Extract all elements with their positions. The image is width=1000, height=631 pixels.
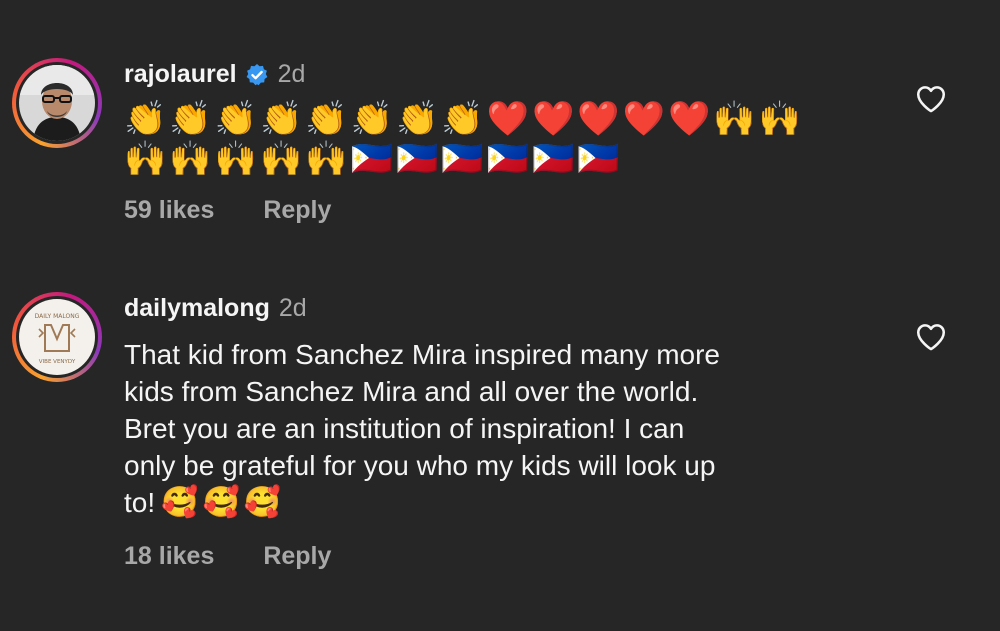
username[interactable]: dailymalong: [124, 294, 270, 323]
comment-rajolaurel: rajolaurel 2d 👏👏👏👏👏👏👏👏❤️❤️❤️❤️❤️🙌🙌 🙌🙌🙌🙌🙌…: [0, 0, 1000, 260]
avatar-ring[interactable]: [12, 58, 102, 148]
avatar-logo: DAILY MALONG VIBE VENYDY: [19, 299, 95, 375]
reply-button[interactable]: Reply: [263, 196, 331, 224]
avatar-ring[interactable]: DAILY MALONG VIBE VENYDY: [12, 292, 102, 382]
avatar[interactable]: [19, 65, 95, 141]
comment-text-last-line: to! 🥰🥰🥰: [124, 484, 884, 521]
comment-trailing-emoji: 🥰🥰🥰: [161, 485, 286, 520]
avatar-logo-top-text: DAILY MALONG: [35, 313, 80, 320]
comment-text-line: only be grateful for you who my kids wil…: [124, 450, 716, 481]
avatar[interactable]: DAILY MALONG VIBE VENYDY: [19, 299, 95, 375]
comment-emoji-line-2: 🙌🙌🙌🙌🙌🇵🇭🇵🇭🇵🇭🇵🇭🇵🇭🇵🇭: [124, 139, 623, 179]
comment-dailymalong: DAILY MALONG VIBE VENYDY dailymalong 2d …: [0, 260, 1000, 631]
comment-time: 2d: [277, 60, 306, 88]
comment-time: 2d: [278, 294, 307, 322]
comment-text: That kid from Sanchez Mira inspired many…: [124, 336, 884, 521]
likes-count[interactable]: 18 likes: [124, 542, 214, 570]
reply-button[interactable]: Reply: [263, 542, 331, 570]
comment-text-line: Bret you are an institution of inspirati…: [124, 413, 685, 444]
avatar-logo-bottom-text: VIBE VENYDY: [39, 359, 76, 365]
username[interactable]: rajolaurel: [124, 60, 237, 89]
comment-header: rajolaurel 2d: [124, 60, 305, 89]
heart-outline-icon[interactable]: [914, 320, 948, 354]
heart-outline-icon[interactable]: [914, 82, 948, 116]
comment-meta: 59 likes Reply: [124, 196, 331, 225]
likes-count[interactable]: 59 likes: [124, 196, 214, 224]
verified-badge-icon: [246, 63, 267, 85]
comment-text-line: to!: [124, 487, 156, 518]
comment-text-line: kids from Sanchez Mira and all over the …: [124, 376, 699, 407]
avatar-photo: [19, 65, 95, 141]
comment-text-line: That kid from Sanchez Mira inspired many…: [124, 339, 720, 370]
avatar-border: [16, 62, 98, 144]
comment-meta: 18 likes Reply: [124, 542, 331, 571]
avatar-border: DAILY MALONG VIBE VENYDY: [16, 296, 98, 378]
comment-header: dailymalong 2d: [124, 294, 307, 323]
